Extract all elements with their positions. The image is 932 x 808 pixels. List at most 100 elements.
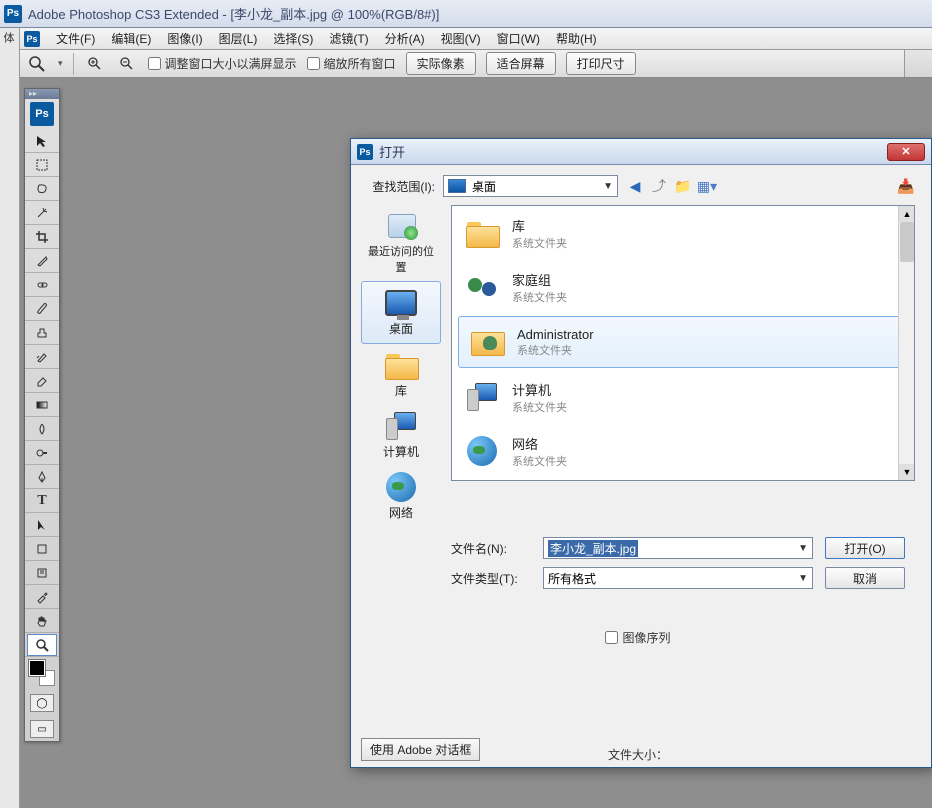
menu-analysis[interactable]: 分析(A) [377, 28, 433, 49]
toolbox-grip[interactable]: ▸▸ [25, 89, 59, 99]
fit-screen-button[interactable]: 适合屏幕 [486, 52, 556, 75]
zoom-out-icon[interactable] [116, 53, 138, 75]
computer-icon [383, 411, 419, 441]
image-sequence-checkbox[interactable]: 图像序列 [361, 629, 915, 646]
place-desktop[interactable]: 桌面 [361, 281, 441, 344]
file-item-library[interactable]: 库系统文件夹 [452, 206, 914, 260]
type-tool[interactable]: T [27, 490, 57, 512]
recent-places-icon [383, 211, 419, 241]
filetype-combo[interactable]: 所有格式 ▼ [543, 567, 813, 589]
hand-tool[interactable] [27, 610, 57, 632]
brush-tool[interactable] [27, 298, 57, 320]
zoom-all-checkbox[interactable]: 缩放所有窗口 [307, 55, 396, 72]
menu-select[interactable]: 选择(S) [265, 28, 321, 49]
menu-image[interactable]: 图像(I) [159, 28, 210, 49]
scroll-down-icon[interactable]: ▼ [899, 464, 915, 480]
scroll-thumb[interactable] [900, 222, 914, 262]
favorites-icon[interactable]: 📥 [897, 177, 915, 195]
slice-tool[interactable] [27, 250, 57, 272]
place-library[interactable]: 库 [361, 344, 441, 405]
cancel-button[interactable]: 取消 [825, 567, 905, 589]
user-folder-icon [467, 323, 507, 361]
menu-view[interactable]: 视图(V) [433, 28, 489, 49]
zoom-in-icon[interactable] [84, 53, 106, 75]
actual-pixels-button[interactable]: 实际像素 [406, 52, 476, 75]
dodge-tool[interactable] [27, 442, 57, 464]
menubar: Ps 文件(F) 编辑(E) 图像(I) 图层(L) 选择(S) 滤镜(T) 分… [20, 28, 932, 50]
marquee-tool[interactable] [27, 154, 57, 176]
menu-filter[interactable]: 滤镜(T) [321, 28, 376, 49]
app-titlebar: Ps Adobe Photoshop CS3 Extended - [李小龙_副… [0, 0, 932, 28]
blur-tool[interactable] [27, 418, 57, 440]
zoom-tool-icon[interactable] [26, 53, 48, 75]
foreground-color-swatch[interactable] [29, 660, 45, 676]
close-button[interactable]: ✕ [887, 143, 925, 161]
ps-icon: Ps [357, 144, 373, 160]
filename-label: 文件名(N): [451, 540, 531, 557]
zoom-tool[interactable] [27, 634, 57, 656]
desktop-place-icon [383, 288, 419, 318]
color-swatches[interactable] [25, 657, 59, 689]
lookin-label: 查找范围(I): [361, 178, 435, 195]
file-list[interactable]: 库系统文件夹 家庭组系统文件夹 Administrator系统文件夹 计算机系统… [451, 205, 915, 481]
resize-windows-checkbox[interactable]: 调整窗口大小以满屏显示 [148, 55, 297, 72]
place-computer[interactable]: 计算机 [361, 405, 441, 466]
left-panel-stub: 体 [0, 28, 20, 808]
open-dialog: Ps 打开 ✕ 查找范围(I): 桌面 ▼ ◀ ⤴ 📁 ▦▾ 📥 [350, 138, 932, 768]
library-icon [383, 350, 419, 380]
network-file-icon [462, 432, 502, 470]
scroll-up-icon[interactable]: ▲ [899, 206, 915, 222]
view-menu-icon[interactable]: ▦▾ [698, 177, 716, 195]
move-tool[interactable] [27, 130, 57, 152]
path-selection-tool[interactable] [27, 514, 57, 536]
places-bar: 最近访问的位置 桌面 库 计算机 [361, 205, 441, 527]
place-recent[interactable]: 最近访问的位置 [361, 205, 441, 281]
toolbox: ▸▸ Ps T ◯ ▭ [24, 88, 60, 742]
stamp-tool[interactable] [27, 322, 57, 344]
filetype-label: 文件类型(T): [451, 570, 531, 587]
file-item-homegroup[interactable]: 家庭组系统文件夹 [452, 260, 914, 314]
lookin-combo[interactable]: 桌面 ▼ [443, 175, 618, 197]
back-icon[interactable]: ◀ [626, 177, 644, 195]
homegroup-icon [462, 268, 502, 306]
pen-tool[interactable] [27, 466, 57, 488]
up-icon[interactable]: ⤴ [650, 177, 668, 195]
shape-tool[interactable] [27, 538, 57, 560]
window-title: Adobe Photoshop CS3 Extended - [李小龙_副本.j… [28, 4, 439, 23]
file-item-computer[interactable]: 计算机系统文件夹 [452, 370, 914, 424]
wand-tool[interactable] [27, 202, 57, 224]
ps-logo-small-icon: Ps [24, 31, 40, 47]
right-panel-stub: ▦ [904, 50, 932, 77]
menu-window[interactable]: 窗口(W) [489, 28, 548, 49]
place-network[interactable]: 网络 [361, 466, 441, 527]
menu-edit[interactable]: 编辑(E) [103, 28, 159, 49]
healing-tool[interactable] [27, 274, 57, 296]
open-button[interactable]: 打开(O) [825, 537, 905, 559]
print-size-button[interactable]: 打印尺寸 [566, 52, 636, 75]
quick-mask-mode[interactable]: ◯ [30, 694, 54, 712]
lasso-tool[interactable] [27, 178, 57, 200]
history-brush-tool[interactable] [27, 346, 57, 368]
eraser-tool[interactable] [27, 370, 57, 392]
crop-tool[interactable] [27, 226, 57, 248]
notes-tool[interactable] [27, 562, 57, 584]
chevron-down-icon: ▼ [798, 573, 808, 584]
gradient-tool[interactable] [27, 394, 57, 416]
filename-input[interactable]: 李小龙_副本.jpg ▼ [543, 537, 813, 559]
dialog-titlebar[interactable]: Ps 打开 ✕ [351, 139, 931, 165]
menu-help[interactable]: 帮助(H) [548, 28, 605, 49]
scrollbar[interactable]: ▲ ▼ [898, 206, 914, 480]
menu-file[interactable]: 文件(F) [48, 28, 103, 49]
ps-doc-icon[interactable]: Ps [30, 102, 54, 126]
ps-logo-icon: Ps [4, 5, 22, 23]
screen-mode[interactable]: ▭ [30, 720, 54, 738]
new-folder-icon[interactable]: 📁 [674, 177, 692, 195]
chevron-down-icon: ▼ [603, 181, 613, 192]
file-item-network[interactable]: 网络系统文件夹 [452, 424, 914, 478]
use-adobe-dialog-button[interactable]: 使用 Adobe 对话框 [361, 738, 480, 761]
file-item-administrator[interactable]: Administrator系统文件夹 [458, 316, 908, 368]
eyedropper-tool[interactable] [27, 586, 57, 608]
separator [73, 53, 74, 75]
desktop-icon [448, 179, 466, 193]
menu-layer[interactable]: 图层(L) [211, 28, 266, 49]
